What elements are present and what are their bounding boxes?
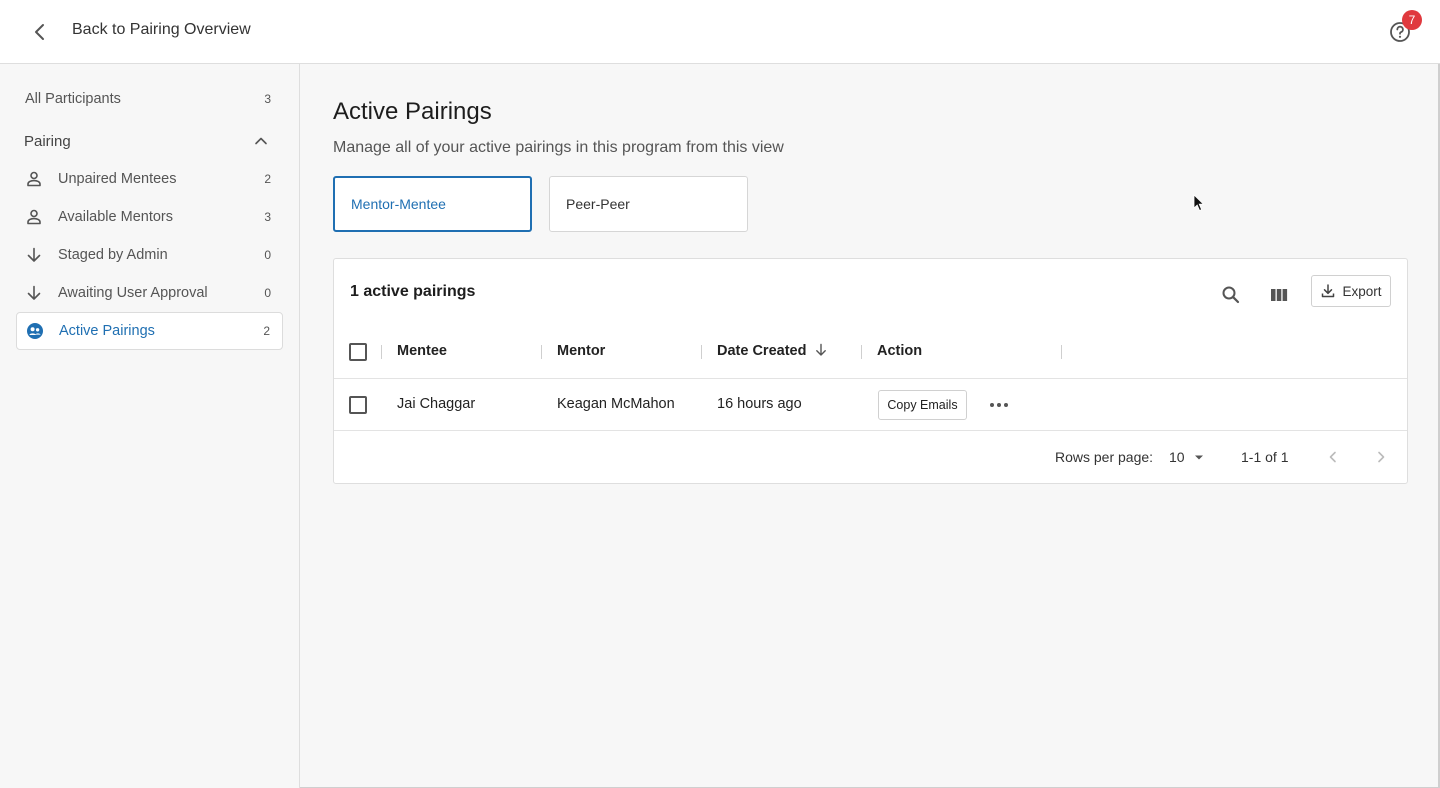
column-separator	[701, 345, 702, 359]
row-checkbox[interactable]	[349, 396, 367, 414]
sidebar-item-awaiting-user-approval[interactable]: Awaiting User Approval 0	[16, 274, 283, 312]
column-header-date-created[interactable]: Date Created	[717, 343, 828, 359]
sidebar-section-label: Pairing	[24, 132, 71, 150]
back-label[interactable]: Back to Pairing Overview	[72, 21, 251, 39]
column-separator	[861, 345, 862, 359]
column-separator	[381, 345, 382, 359]
sidebar-item-label: Staged by Admin	[58, 247, 168, 263]
table-header: Mentee Mentor Date Created Action	[334, 325, 1407, 379]
page-title: Active Pairings	[333, 98, 492, 125]
sidebar-item-unpaired-mentees[interactable]: Unpaired Mentees 2	[16, 160, 283, 198]
pairings-table-card: 1 active pairings Export Mentee Mentor D…	[333, 258, 1408, 484]
arrow-down-icon	[24, 245, 44, 265]
copy-emails-button[interactable]: Copy Emails	[878, 390, 967, 420]
top-bar: Back to Pairing Overview 7	[0, 0, 1440, 64]
columns-button[interactable]	[1263, 279, 1295, 311]
cell-date-created: 16 hours ago	[717, 396, 802, 412]
person-icon	[24, 169, 44, 189]
sidebar-section-pairing[interactable]: Pairing	[16, 122, 283, 160]
columns-icon	[1271, 289, 1288, 301]
person-icon	[24, 207, 44, 227]
tab-peer-peer[interactable]: Peer-Peer	[549, 176, 748, 232]
column-separator	[1061, 345, 1062, 359]
sidebar: All Participants 3 Pairing Unpaired Ment…	[0, 64, 300, 788]
rows-per-page-value: 10	[1169, 449, 1185, 465]
column-header-mentor[interactable]: Mentor	[557, 343, 605, 359]
search-icon	[1222, 286, 1240, 304]
chevron-right-icon	[1378, 451, 1385, 463]
sidebar-item-count: 0	[264, 286, 271, 300]
column-separator	[541, 345, 542, 359]
column-header-mentee[interactable]: Mentee	[397, 343, 447, 359]
previous-page-button[interactable]	[1321, 445, 1345, 469]
sidebar-item-label: Unpaired Mentees	[58, 171, 177, 187]
back-button[interactable]	[24, 16, 56, 48]
sidebar-item-count: 2	[263, 324, 270, 338]
sidebar-item-label: Active Pairings	[59, 323, 155, 339]
sidebar-item-label: Available Mentors	[58, 209, 173, 225]
chevron-up-icon	[255, 137, 267, 145]
page-subtitle: Manage all of your active pairings in th…	[333, 139, 784, 156]
cell-mentee: Jai Chaggar	[397, 396, 476, 412]
sidebar-item-count: 2	[264, 172, 271, 186]
pagination-range: 1-1 of 1	[1241, 449, 1289, 465]
cell-mentor: Keagan McMahon	[557, 396, 675, 412]
table-summary: 1 active pairings	[350, 283, 476, 300]
rows-per-page-label: Rows per page:	[1055, 449, 1154, 465]
chevron-left-icon	[35, 24, 44, 40]
table-row: Jai Chaggar Keagan McMahon 16 hours ago …	[334, 379, 1407, 431]
column-header-label: Date Created	[717, 343, 807, 359]
sidebar-item-available-mentors[interactable]: Available Mentors 3	[16, 198, 283, 236]
sidebar-item-staged-by-admin[interactable]: Staged by Admin 0	[16, 236, 283, 274]
sidebar-item-count: 3	[264, 210, 271, 224]
sidebar-item-label: Awaiting User Approval	[58, 285, 208, 301]
export-label: Export	[1342, 283, 1382, 299]
sidebar-item-count: 3	[264, 92, 271, 106]
more-actions-button[interactable]	[984, 390, 1014, 420]
chevron-left-icon	[1329, 451, 1336, 463]
rows-per-page-select[interactable]: 10	[1169, 447, 1207, 467]
tab-mentor-mentee[interactable]: Mentor-Mentee	[333, 176, 532, 232]
pairing-icon	[25, 321, 45, 341]
sidebar-item-active-pairings[interactable]: Active Pairings 2	[16, 312, 283, 350]
select-all-checkbox[interactable]	[349, 343, 367, 361]
sort-descending-icon	[816, 343, 827, 356]
caret-down-icon	[1194, 455, 1203, 460]
download-icon	[1322, 284, 1335, 298]
more-horizontal-icon	[990, 403, 1008, 407]
arrow-down-icon	[24, 283, 44, 303]
sidebar-item-count: 0	[264, 248, 271, 262]
next-page-button[interactable]	[1369, 445, 1393, 469]
sidebar-item-label: All Participants	[25, 91, 121, 107]
sidebar-item-all-participants[interactable]: All Participants 3	[16, 80, 283, 118]
column-header-action: Action	[877, 343, 923, 359]
search-button[interactable]	[1215, 279, 1247, 311]
notification-badge: 7	[1402, 10, 1422, 30]
export-button[interactable]: Export	[1311, 275, 1391, 307]
mouse-cursor-icon	[1193, 194, 1205, 212]
